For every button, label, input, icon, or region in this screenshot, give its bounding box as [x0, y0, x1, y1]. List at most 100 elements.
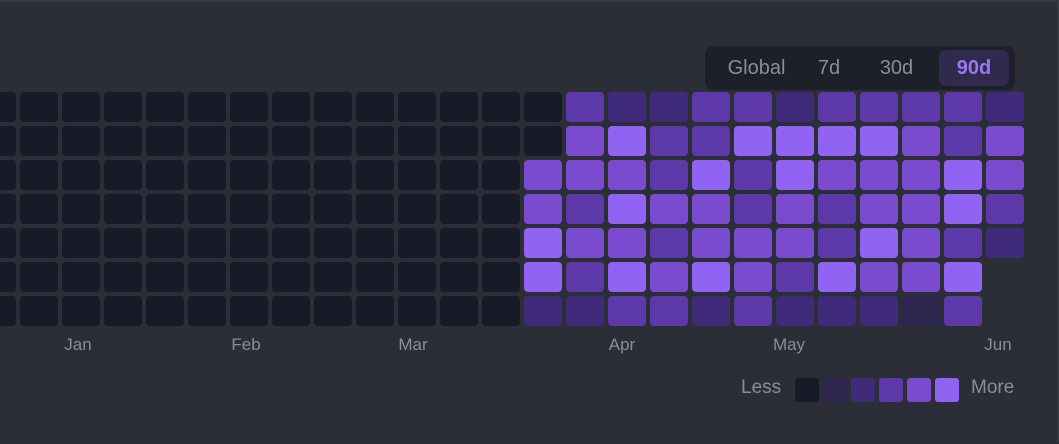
day-cell[interactable]: [272, 160, 310, 190]
day-cell[interactable]: [104, 194, 142, 224]
day-cell[interactable]: [650, 262, 688, 292]
day-cell[interactable]: [62, 160, 100, 190]
day-cell[interactable]: [356, 160, 394, 190]
day-cell[interactable]: [146, 194, 184, 224]
day-cell[interactable]: [272, 92, 310, 122]
day-cell[interactable]: [986, 228, 1024, 258]
day-cell[interactable]: [272, 296, 310, 326]
day-cell[interactable]: [776, 126, 814, 156]
day-cell[interactable]: [230, 194, 268, 224]
day-cell[interactable]: [188, 194, 226, 224]
day-cell[interactable]: [230, 296, 268, 326]
day-cell[interactable]: [818, 228, 856, 258]
day-cell[interactable]: [566, 262, 604, 292]
day-cell[interactable]: [944, 194, 982, 224]
day-cell[interactable]: [398, 194, 436, 224]
day-cell[interactable]: [776, 160, 814, 190]
day-cell[interactable]: [398, 296, 436, 326]
day-cell[interactable]: [944, 160, 982, 190]
day-cell[interactable]: [104, 92, 142, 122]
day-cell[interactable]: [440, 228, 478, 258]
day-cell[interactable]: [524, 296, 562, 326]
day-cell[interactable]: [20, 296, 58, 326]
day-cell[interactable]: [20, 92, 58, 122]
day-cell[interactable]: [524, 92, 562, 122]
day-cell[interactable]: [608, 160, 646, 190]
day-cell[interactable]: [944, 262, 982, 292]
day-cell[interactable]: [734, 126, 772, 156]
day-cell[interactable]: [734, 160, 772, 190]
day-cell[interactable]: [944, 228, 982, 258]
day-cell[interactable]: [398, 92, 436, 122]
day-cell[interactable]: [944, 126, 982, 156]
day-cell[interactable]: [230, 92, 268, 122]
day-cell[interactable]: [524, 228, 562, 258]
day-cell[interactable]: [692, 92, 730, 122]
day-cell[interactable]: [272, 126, 310, 156]
day-cell[interactable]: [902, 296, 940, 326]
day-cell[interactable]: [188, 296, 226, 326]
day-cell[interactable]: [356, 194, 394, 224]
day-cell[interactable]: [692, 160, 730, 190]
day-cell[interactable]: [776, 92, 814, 122]
day-cell[interactable]: [650, 194, 688, 224]
day-cell[interactable]: [944, 296, 982, 326]
day-cell[interactable]: [230, 262, 268, 292]
day-cell[interactable]: [818, 160, 856, 190]
day-cell[interactable]: [440, 296, 478, 326]
day-cell[interactable]: [0, 296, 16, 326]
day-cell[interactable]: [356, 228, 394, 258]
day-cell[interactable]: [944, 92, 982, 122]
day-cell[interactable]: [650, 296, 688, 326]
day-cell[interactable]: [356, 262, 394, 292]
day-cell[interactable]: [146, 160, 184, 190]
day-cell[interactable]: [20, 194, 58, 224]
day-cell[interactable]: [650, 228, 688, 258]
day-cell[interactable]: [146, 92, 184, 122]
day-cell[interactable]: [692, 296, 730, 326]
day-cell[interactable]: [440, 92, 478, 122]
day-cell[interactable]: [20, 228, 58, 258]
day-cell[interactable]: [314, 126, 352, 156]
day-cell[interactable]: [398, 228, 436, 258]
day-cell[interactable]: [0, 92, 16, 122]
day-cell[interactable]: [902, 160, 940, 190]
day-cell[interactable]: [860, 228, 898, 258]
day-cell[interactable]: [482, 228, 520, 258]
day-cell[interactable]: [608, 228, 646, 258]
day-cell[interactable]: [230, 228, 268, 258]
day-cell[interactable]: [356, 92, 394, 122]
day-cell[interactable]: [188, 92, 226, 122]
day-cell[interactable]: [734, 194, 772, 224]
day-cell[interactable]: [230, 126, 268, 156]
day-cell[interactable]: [734, 296, 772, 326]
day-cell[interactable]: [482, 194, 520, 224]
day-cell[interactable]: [566, 160, 604, 190]
day-cell[interactable]: [566, 126, 604, 156]
day-cell[interactable]: [146, 228, 184, 258]
day-cell[interactable]: [482, 160, 520, 190]
day-cell[interactable]: [314, 228, 352, 258]
day-cell[interactable]: [482, 92, 520, 122]
day-cell[interactable]: [818, 194, 856, 224]
day-cell[interactable]: [902, 126, 940, 156]
day-cell[interactable]: [860, 92, 898, 122]
day-cell[interactable]: [62, 126, 100, 156]
day-cell[interactable]: [650, 160, 688, 190]
day-cell[interactable]: [566, 228, 604, 258]
day-cell[interactable]: [62, 194, 100, 224]
day-cell[interactable]: [902, 194, 940, 224]
day-cell[interactable]: [314, 160, 352, 190]
day-cell[interactable]: [104, 126, 142, 156]
day-cell[interactable]: [62, 92, 100, 122]
day-cell[interactable]: [398, 262, 436, 292]
day-cell[interactable]: [524, 160, 562, 190]
day-cell[interactable]: [188, 228, 226, 258]
day-cell[interactable]: [650, 92, 688, 122]
day-cell[interactable]: [524, 262, 562, 292]
day-cell[interactable]: [398, 160, 436, 190]
day-cell[interactable]: [314, 92, 352, 122]
day-cell[interactable]: [62, 296, 100, 326]
day-cell[interactable]: [986, 194, 1024, 224]
tab-global[interactable]: Global: [709, 50, 804, 86]
